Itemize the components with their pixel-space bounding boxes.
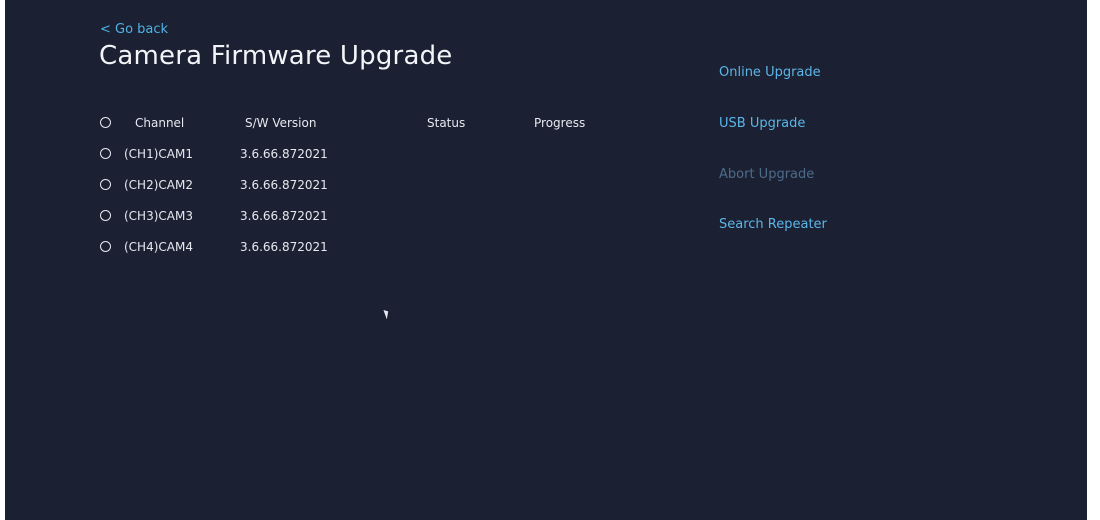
version-cell: 3.6.66.872021	[240, 178, 328, 192]
row-radio[interactable]	[100, 241, 111, 252]
column-header-channel: Channel	[135, 116, 185, 130]
page-title: Camera Firmware Upgrade	[99, 41, 453, 71]
channel-cell: (CH2)CAM2	[124, 178, 193, 192]
version-cell: 3.6.66.872021	[240, 209, 328, 223]
table-row[interactable]: (CH4)CAM4 3.6.66.872021	[100, 234, 660, 265]
table-row[interactable]: (CH1)CAM1 3.6.66.872021	[100, 141, 660, 172]
abort-upgrade-button[interactable]: Abort Upgrade	[719, 167, 814, 182]
channel-cell: (CH3)CAM3	[124, 209, 193, 223]
online-upgrade-button[interactable]: Online Upgrade	[719, 65, 821, 80]
column-header-progress: Progress	[534, 116, 586, 130]
channel-cell: (CH1)CAM1	[124, 147, 193, 161]
camera-table: Channel S/W Version Status Progress (CH1…	[100, 110, 660, 265]
row-radio[interactable]	[100, 179, 111, 190]
column-header-version: S/W Version	[245, 116, 317, 130]
firmware-upgrade-screen: < Go back Camera Firmware Upgrade Channe…	[5, 0, 1087, 520]
go-back-link[interactable]: < Go back	[100, 22, 168, 37]
version-cell: 3.6.66.872021	[240, 147, 328, 161]
version-cell: 3.6.66.872021	[240, 240, 328, 254]
usb-upgrade-button[interactable]: USB Upgrade	[719, 116, 805, 131]
table-row[interactable]: (CH3)CAM3 3.6.66.872021	[100, 203, 660, 234]
row-radio[interactable]	[100, 210, 111, 221]
channel-cell: (CH4)CAM4	[124, 240, 193, 254]
table-row[interactable]: (CH2)CAM2 3.6.66.872021	[100, 172, 660, 203]
row-radio[interactable]	[100, 148, 111, 159]
select-all-radio[interactable]	[100, 117, 111, 128]
column-header-status: Status	[427, 116, 466, 130]
search-repeater-button[interactable]: Search Repeater	[719, 217, 827, 232]
table-header-row: Channel S/W Version Status Progress	[100, 110, 660, 141]
mouse-cursor-icon	[383, 308, 391, 320]
